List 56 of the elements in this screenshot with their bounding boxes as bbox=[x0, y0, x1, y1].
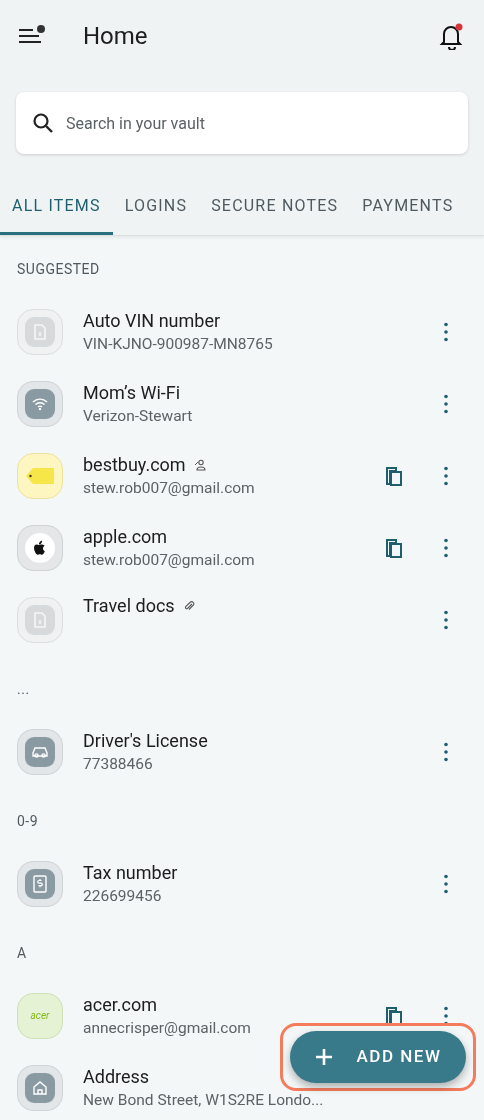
item-title: Driver's License bbox=[83, 729, 208, 753]
section-header: A bbox=[17, 944, 27, 963]
item-subtitle: stew.rob007@gmail.com bbox=[83, 550, 256, 571]
plus-icon bbox=[314, 1048, 333, 1066]
car-icon bbox=[31, 745, 49, 759]
copy-icon bbox=[385, 466, 403, 486]
more-icon bbox=[444, 322, 448, 342]
document-icon bbox=[33, 324, 47, 340]
page-title: Home bbox=[83, 21, 148, 52]
item-subtitle: Verizon-Stewart bbox=[83, 406, 194, 427]
search-icon bbox=[32, 112, 54, 134]
item-title: Mom’s Wi-Fi bbox=[83, 381, 181, 405]
person-icon bbox=[193, 459, 206, 471]
more-icon bbox=[444, 874, 448, 894]
more-icon bbox=[444, 538, 448, 558]
item-subtitle: 226699456 bbox=[83, 886, 163, 907]
item-title: Auto VIN number bbox=[83, 309, 221, 333]
copy-button[interactable] bbox=[384, 1006, 404, 1026]
more-icon bbox=[444, 742, 448, 762]
wifi-icon bbox=[32, 397, 48, 411]
item-subtitle: VIN-KJNO-900987-MN8765 bbox=[83, 334, 274, 355]
paperclip-icon bbox=[182, 600, 195, 612]
tag-icon bbox=[25, 467, 55, 485]
search-field[interactable]: Search in your vault bbox=[16, 92, 468, 154]
tab[interactable]: LOGINS bbox=[112, 180, 200, 235]
section-header: ... bbox=[17, 680, 30, 699]
add-new-button[interactable]: ADD NEW bbox=[290, 1031, 466, 1083]
item-title: Address bbox=[83, 1065, 150, 1089]
apple-icon bbox=[33, 540, 47, 556]
section-header: SUGGESTED bbox=[17, 260, 100, 279]
item-subtitle: New Bond Street, W1S2RE Londo... bbox=[83, 1090, 325, 1111]
item-title: acer.com bbox=[83, 993, 157, 1017]
tab[interactable]: SECURE NOTES bbox=[199, 180, 351, 235]
item-title: bestbuy.com bbox=[83, 453, 186, 477]
receipt-icon bbox=[33, 875, 47, 893]
item-title: Tax number bbox=[83, 861, 178, 885]
copy-button[interactable] bbox=[384, 466, 404, 486]
more-icon bbox=[444, 394, 448, 414]
logo-text: acer bbox=[30, 1011, 50, 1021]
copy-icon bbox=[385, 1006, 403, 1026]
tab[interactable]: ALL ITEMS bbox=[0, 180, 113, 235]
more-icon bbox=[444, 466, 448, 486]
tab[interactable]: PAYMENTS bbox=[350, 180, 466, 235]
item-subtitle: annecrisper@gmail.com bbox=[83, 1018, 252, 1039]
item-title: Travel docs bbox=[83, 594, 175, 618]
copy-icon bbox=[385, 538, 403, 558]
home-icon bbox=[32, 1080, 48, 1096]
item-subtitle: 77388466 bbox=[83, 754, 154, 775]
bell-icon bbox=[439, 22, 465, 50]
more-icon bbox=[444, 1006, 448, 1026]
copy-button[interactable] bbox=[384, 538, 404, 558]
item-title: apple.com bbox=[83, 525, 168, 549]
more-icon bbox=[444, 610, 448, 630]
item-subtitle: stew.rob007@gmail.com bbox=[83, 478, 256, 499]
document-icon bbox=[33, 612, 47, 628]
section-header: 0-9 bbox=[17, 812, 39, 831]
